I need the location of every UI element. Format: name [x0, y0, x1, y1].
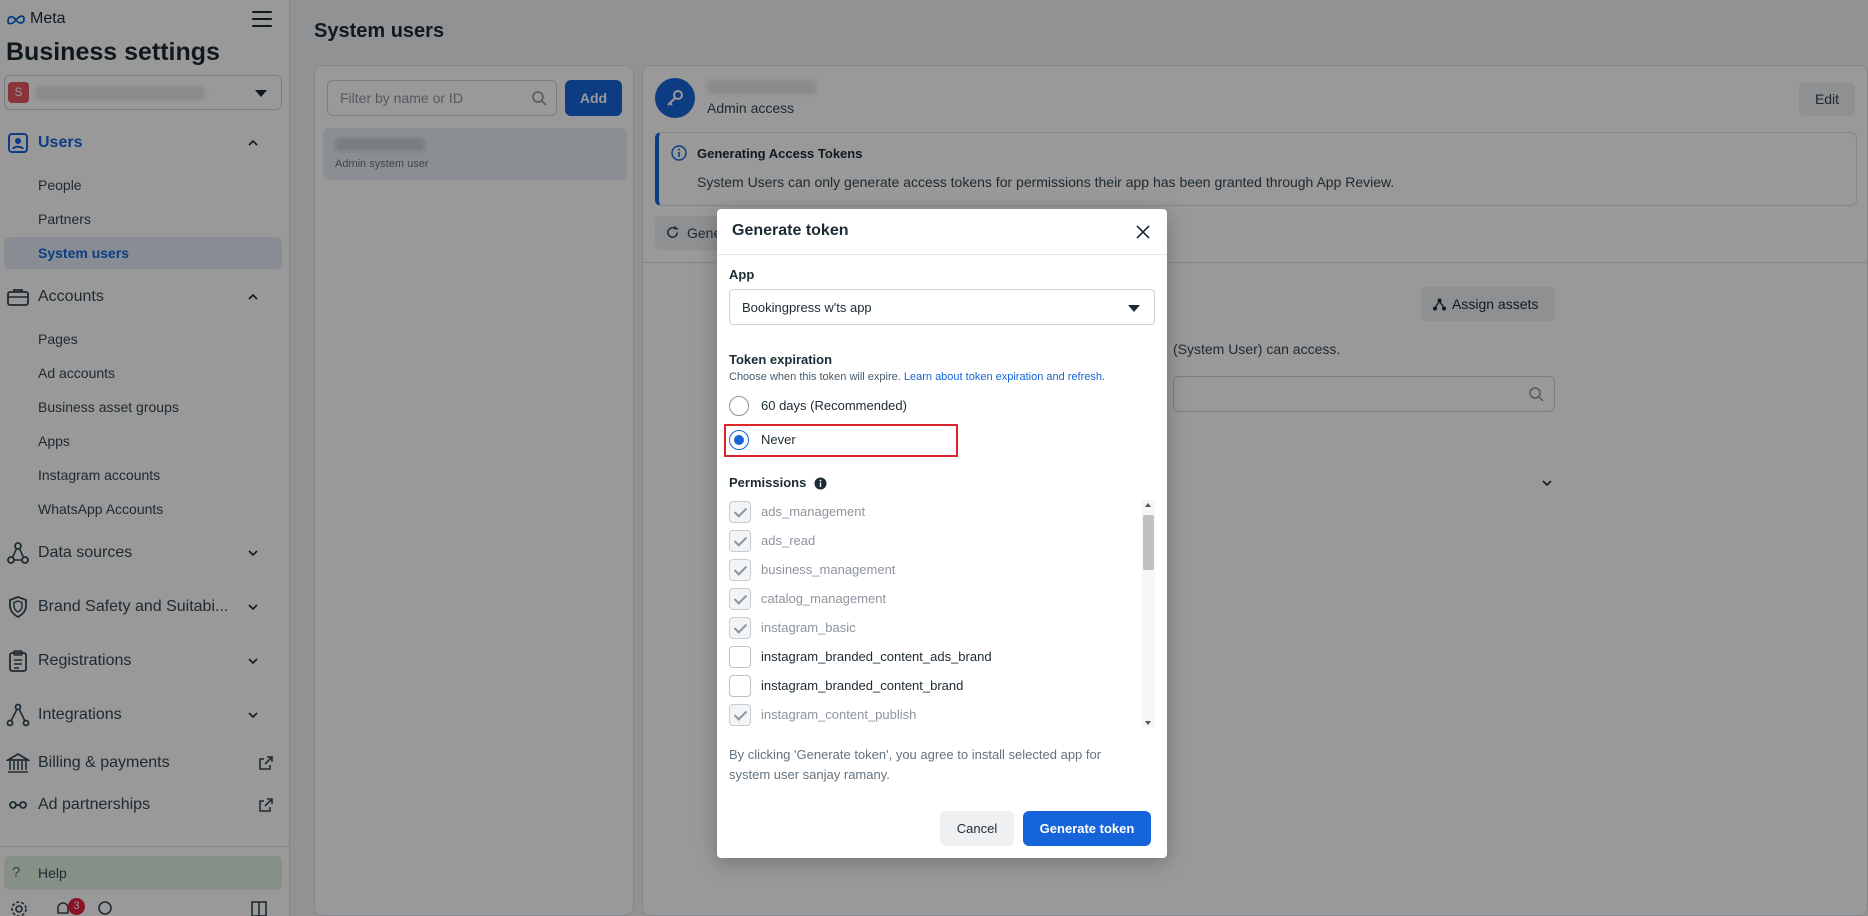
permission-name: business_management	[761, 562, 896, 577]
annotation-highlight-box	[724, 424, 958, 457]
permissions-scrollbar[interactable]	[1142, 500, 1155, 728]
permission-name: ads_read	[761, 533, 816, 548]
permission-item: ads_read	[729, 528, 1129, 554]
cancel-button[interactable]: Cancel	[940, 811, 1014, 846]
permission-checkbox[interactable]	[729, 617, 751, 639]
generate-token-dialog: Generate token App Bookingpress w'ts app…	[717, 209, 1167, 858]
permission-checkbox[interactable]	[729, 530, 751, 552]
permission-item: instagram_branded_content_ads_brand	[729, 644, 1129, 670]
caret-down-icon	[1128, 305, 1140, 312]
permission-item: instagram_content_publish	[729, 702, 1129, 727]
expiration-desc-text: Choose when this token will expire.	[729, 371, 901, 383]
token-expiration-label: Token expiration	[729, 352, 833, 367]
permission-checkbox[interactable]	[729, 704, 751, 726]
scrollbar-thumb[interactable]	[1143, 515, 1154, 570]
token-expiration-description: Choose when this token will expire. Lear…	[729, 371, 1105, 383]
permission-name: instagram_branded_content_ads_brand	[761, 649, 992, 664]
agreement-text: By clicking 'Generate token', you agree …	[729, 747, 1102, 782]
permission-checkbox[interactable]	[729, 559, 751, 581]
permission-name: instagram_branded_content_brand	[761, 678, 964, 693]
app-select-value: Bookingpress w'ts app	[742, 300, 872, 315]
permissions-list: ads_management ads_read business_managem…	[729, 499, 1155, 727]
permission-item: instagram_basic	[729, 615, 1129, 641]
permission-item: instagram_branded_content_brand	[729, 673, 1129, 699]
radio-button[interactable]	[729, 396, 749, 416]
permission-checkbox[interactable]	[729, 646, 751, 668]
app-label: App	[729, 267, 755, 282]
radio-label: 60 days (Recommended)	[761, 398, 907, 413]
radio-60-days[interactable]: 60 days (Recommended)	[729, 394, 1029, 418]
generate-token-button[interactable]: Generate token	[1023, 811, 1151, 846]
dialog-title: Generate token	[732, 222, 849, 239]
token-expiration-link[interactable]: Learn about token expiration and refresh…	[904, 371, 1105, 383]
permission-item: ads_management	[729, 499, 1129, 525]
permission-name: instagram_content_publish	[761, 707, 917, 722]
permissions-label: Permissions	[729, 475, 807, 490]
permission-item: business_management	[729, 557, 1129, 583]
app-select[interactable]: Bookingpress w'ts app	[729, 289, 1155, 325]
permission-name: ads_management	[761, 504, 866, 519]
permission-checkbox[interactable]	[729, 501, 751, 523]
dialog-divider	[717, 254, 1167, 255]
permission-name: instagram_basic	[761, 620, 856, 635]
scroll-down-arrow-icon[interactable]	[1145, 721, 1151, 725]
permission-name: catalog_management	[761, 591, 887, 606]
permission-item: catalog_management	[729, 586, 1129, 612]
close-icon[interactable]	[1134, 223, 1152, 241]
info-icon[interactable]	[814, 477, 827, 490]
permission-checkbox[interactable]	[729, 675, 751, 697]
scroll-up-arrow-icon[interactable]	[1145, 503, 1151, 507]
permission-checkbox[interactable]	[729, 588, 751, 610]
